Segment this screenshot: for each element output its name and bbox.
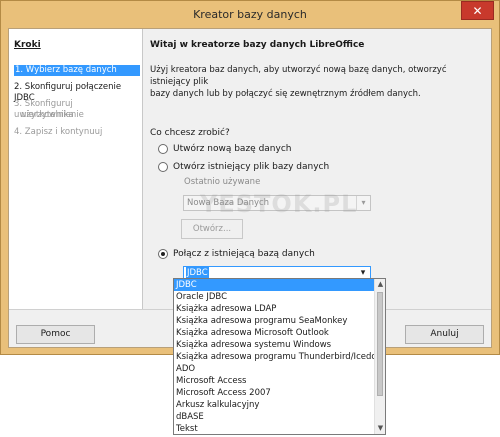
radio-create-new-label: Utwórz nową bazę danych [173, 144, 292, 154]
connection-type-dropdown: JDBC Oracle JDBC Książka adresowa LDAP Ksią… [173, 278, 386, 435]
radio-circle[interactable] [158, 162, 168, 172]
close-icon: ✕ [472, 4, 483, 18]
dropdown-item[interactable]: JDBC [174, 279, 374, 291]
dropdown-item[interactable]: ADO [174, 363, 374, 375]
main-panel: Witaj w kreatorze bazy danych LibreOffic… [143, 29, 491, 309]
dropdown-list: JDBC Oracle JDBC Książka adresowa LDAP Ksią… [174, 279, 385, 434]
step-configure-auth-cont: użytkownika [21, 110, 74, 120]
dropdown-item[interactable]: Książka adresowa systemu Windows [174, 339, 374, 351]
radio-circle-checked[interactable] [158, 249, 168, 259]
dropdown-item[interactable]: Microsoft Access [174, 375, 374, 387]
dropdown-item[interactable]: Microsoft Access 2007 [174, 387, 374, 399]
open-file-button: Otwórz... [181, 219, 243, 239]
scroll-up-icon[interactable]: ▲ [375, 279, 385, 290]
dropdown-item[interactable]: Książka adresowa Microsoft Outlook [174, 327, 374, 339]
dropdown-scrollbar[interactable]: ▲ ▼ [374, 279, 385, 434]
chevron-down-icon: ▾ [356, 196, 370, 210]
cancel-button[interactable]: Anuluj [405, 325, 484, 344]
dropdown-item[interactable]: Książka adresowa programu SeaMonkey [174, 315, 374, 327]
intro-text: Użyj kreatora baz danych, aby utworzyć n… [150, 64, 485, 100]
scroll-thumb[interactable] [377, 292, 383, 396]
window-title: Kreator bazy danych [193, 8, 307, 21]
intro-line-1: Użyj kreatora baz danych, aby utworzyć n… [150, 65, 447, 87]
help-button[interactable]: Pomoc [16, 325, 95, 344]
radio-create-new[interactable]: Utwórz nową bazę danych [158, 143, 291, 155]
intro-line-2: bazy danych lub by połączyć się zewnętrz… [150, 89, 421, 99]
radio-open-existing[interactable]: Otwórz istniejący plik bazy danych [158, 161, 329, 173]
dropdown-item[interactable]: Tekst [174, 423, 374, 434]
step-select-database[interactable]: 1. Wybierz bazę danych [14, 65, 140, 76]
radio-connect[interactable]: Połącz z istniejącą bazą danych [158, 248, 315, 260]
close-button[interactable]: ✕ [461, 1, 494, 20]
radio-circle[interactable] [158, 144, 168, 154]
scroll-down-icon[interactable]: ▼ [375, 423, 385, 434]
dropdown-item[interactable]: dBASE [174, 411, 374, 423]
dropdown-item[interactable]: Książka adresowa programu Thunderbird/Ic… [174, 351, 385, 363]
dropdown-item[interactable]: Oracle JDBC [174, 291, 374, 303]
title-bar[interactable]: Kreator bazy danych ✕ [1, 1, 499, 28]
steps-panel: Kroki 1. Wybierz bazę danych 2. Skonfigu… [9, 29, 143, 309]
recent-label: Ostatnio używane [184, 177, 261, 187]
question-label: Co chcesz zrobić? [150, 128, 230, 138]
watermark: YESTOK.PL [200, 190, 358, 218]
step-save-continue: 4. Zapisz i kontynuuj [14, 127, 103, 137]
dropdown-item[interactable]: Arkusz kalkulacyjny [174, 399, 374, 411]
radio-open-existing-label: Otwórz istniejący plik bazy danych [173, 162, 330, 172]
steps-title: Kroki [14, 40, 41, 50]
dropdown-item[interactable]: Książka adresowa LDAP [174, 303, 374, 315]
radio-connect-label: Połącz z istniejącą bazą danych [173, 249, 315, 259]
welcome-heading: Witaj w kreatorze bazy danych LibreOffic… [150, 40, 365, 50]
